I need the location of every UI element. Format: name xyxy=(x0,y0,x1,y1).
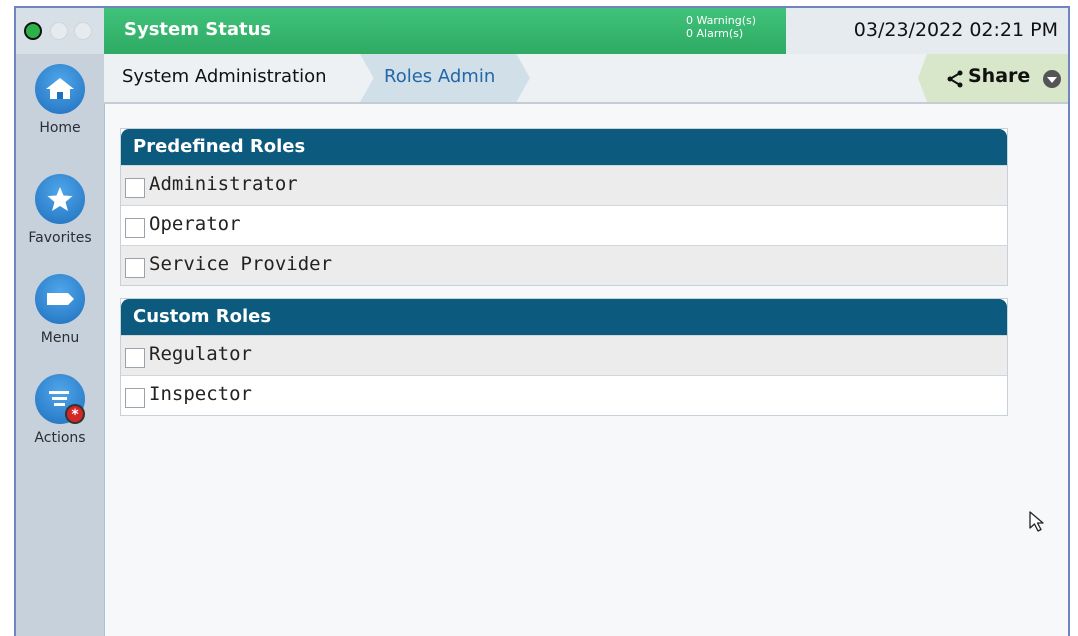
role-name: Regulator xyxy=(149,343,252,365)
table-row[interactable]: Regulator xyxy=(121,335,1007,375)
share-button[interactable]: Share xyxy=(918,54,1068,102)
sidebar-item-label: Favorites xyxy=(28,230,92,246)
breadcrumb-system-administration[interactable]: System Administration xyxy=(122,66,327,87)
green-status-light-icon xyxy=(24,22,42,40)
table-row[interactable]: Service Provider xyxy=(121,245,1007,285)
indicator-lights xyxy=(16,8,104,54)
star-icon xyxy=(35,174,85,224)
sidebar-item-actions[interactable]: * Actions xyxy=(22,374,98,446)
breadcrumb: System Administration Roles Admin Share xyxy=(104,54,1068,104)
breadcrumb-roles-admin[interactable]: Roles Admin xyxy=(360,54,530,102)
datetime: 03/23/2022 02:21 PM xyxy=(853,19,1058,41)
sidebar: Home Favorites Menu * Actions xyxy=(16,54,105,636)
role-name: Administrator xyxy=(149,173,298,195)
role-checkbox[interactable] xyxy=(125,178,145,198)
sidebar-item-label: Actions xyxy=(34,430,86,446)
svg-text:*: * xyxy=(71,407,79,423)
custom-roles-table: Custom Roles Regulator Inspector xyxy=(120,298,1008,416)
custom-roles-header: Custom Roles xyxy=(121,299,1007,335)
mouse-pointer-icon xyxy=(1029,511,1044,532)
role-name: Inspector xyxy=(149,383,252,405)
menu-tag-icon xyxy=(35,274,85,324)
share-label: Share xyxy=(968,65,1031,87)
home-icon xyxy=(35,64,85,114)
status-title: System Status xyxy=(124,19,272,40)
predefined-roles-table: Predefined Roles Administrator Operator … xyxy=(120,128,1008,286)
chevron-down-icon xyxy=(1043,70,1061,88)
predefined-roles-header: Predefined Roles xyxy=(121,129,1007,165)
warning-count: 0 Warning(s) xyxy=(686,14,757,27)
datetime-panel: 03/23/2022 02:21 PM xyxy=(786,8,1068,54)
sidebar-item-favorites[interactable]: Favorites xyxy=(22,174,98,246)
system-status-button[interactable]: System Status 0 Warning(s) 0 Alarm(s) xyxy=(104,8,810,54)
app-window: System Status 0 Warning(s) 0 Alarm(s) 03… xyxy=(14,6,1070,636)
breadcrumb-label: Roles Admin xyxy=(384,66,496,87)
role-name: Service Provider xyxy=(149,253,333,275)
role-checkbox[interactable] xyxy=(125,258,145,278)
sidebar-item-label: Home xyxy=(39,120,81,136)
actions-list-icon: * xyxy=(35,374,85,424)
sidebar-item-label: Menu xyxy=(40,330,80,346)
table-row[interactable]: Operator xyxy=(121,205,1007,245)
alarm-count: 0 Alarm(s) xyxy=(686,27,744,40)
role-name: Operator xyxy=(149,213,241,235)
role-checkbox[interactable] xyxy=(125,218,145,238)
inactive-light-icon xyxy=(74,22,92,40)
role-checkbox[interactable] xyxy=(125,388,145,408)
alarm-summary: 0 Warning(s) 0 Alarm(s) xyxy=(686,14,756,40)
table-row[interactable]: Administrator xyxy=(121,165,1007,205)
role-checkbox[interactable] xyxy=(125,348,145,368)
share-icon xyxy=(947,70,963,88)
table-row[interactable]: Inspector xyxy=(121,375,1007,415)
inactive-light-icon xyxy=(50,22,68,40)
sidebar-item-menu[interactable]: Menu xyxy=(22,274,98,346)
top-status-bar: System Status 0 Warning(s) 0 Alarm(s) 03… xyxy=(16,8,1068,54)
sidebar-item-home[interactable]: Home xyxy=(22,64,98,136)
